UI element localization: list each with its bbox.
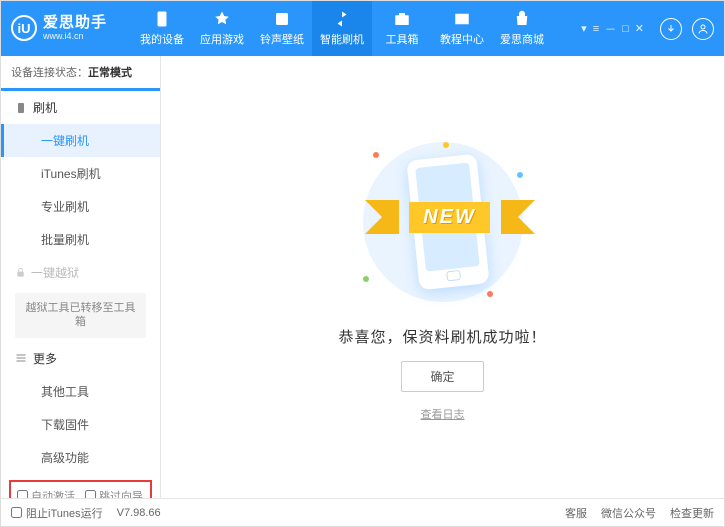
options-box: 自动激活 跳过向导 — [9, 480, 152, 498]
sidebar-item-firmware[interactable]: 下载固件 — [1, 408, 160, 441]
lock-icon — [15, 267, 26, 278]
sidebar-section-flash[interactable]: 刷机 — [1, 91, 160, 124]
success-illustration: NEW — [353, 132, 533, 312]
connection-status: 设备连接状态：正常模式 — [1, 56, 160, 89]
top-nav: 我的设备 应用游戏 铃声壁纸 智能刷机 工具箱 教程中心 爱思商城 — [132, 1, 581, 56]
menu-icon[interactable]: ▾ — [581, 22, 587, 35]
sidebar-item-itunes[interactable]: iTunes刷机 — [1, 157, 160, 190]
nav-ringtones[interactable]: 铃声壁纸 — [252, 1, 312, 56]
footer-support[interactable]: 客服 — [565, 505, 587, 521]
nav-flash[interactable]: 智能刷机 — [312, 1, 372, 56]
footer: 阻止iTunes运行 V7.98.66 客服 微信公众号 检查更新 — [1, 498, 724, 526]
window-controls: ▾ ≡ － □ ✕ — [581, 21, 644, 37]
app-header: iU 爱思助手 www.i4.cn 我的设备 应用游戏 铃声壁纸 智能刷机 工具… — [1, 1, 724, 56]
sidebar-item-pro[interactable]: 专业刷机 — [1, 190, 160, 223]
block-itunes-checkbox[interactable]: 阻止iTunes运行 — [11, 505, 103, 521]
nav-tutorials[interactable]: 教程中心 — [432, 1, 492, 56]
logo: iU 爱思助手 www.i4.cn — [11, 15, 107, 41]
nav-my-device[interactable]: 我的设备 — [132, 1, 192, 56]
minimize-icon[interactable]: － — [605, 21, 616, 37]
version-label: V7.98.66 — [117, 507, 161, 519]
brand-name: 爱思助手 — [43, 15, 107, 32]
sidebar-item-oneclick[interactable]: 一键刷机 — [1, 124, 160, 157]
ok-button[interactable]: 确定 — [401, 361, 483, 392]
new-ribbon: NEW — [375, 200, 525, 234]
success-message: 恭喜您，保资料刷机成功啦！ — [338, 326, 546, 347]
sidebar-section-more[interactable]: 更多 — [1, 342, 160, 375]
brand-url: www.i4.cn — [43, 32, 107, 42]
main-content: NEW 恭喜您，保资料刷机成功啦！ 确定 查看日志 — [161, 56, 724, 498]
sidebar-item-advanced[interactable]: 高级功能 — [1, 441, 160, 474]
sidebar: 设备连接状态：正常模式 刷机 一键刷机 iTunes刷机 专业刷机 批量刷机 一… — [1, 56, 161, 498]
user-button[interactable] — [692, 18, 714, 40]
close-icon[interactable]: ✕ — [635, 22, 644, 35]
jailbreak-note: 越狱工具已转移至工具箱 — [15, 293, 146, 338]
nav-apps[interactable]: 应用游戏 — [192, 1, 252, 56]
auto-activate-checkbox[interactable]: 自动激活 — [17, 488, 75, 498]
download-button[interactable] — [660, 18, 682, 40]
skip-guide-checkbox[interactable]: 跳过向导 — [85, 488, 143, 498]
footer-wechat[interactable]: 微信公众号 — [601, 505, 656, 521]
footer-update[interactable]: 检查更新 — [670, 505, 714, 521]
nav-toolbox[interactable]: 工具箱 — [372, 1, 432, 56]
sidebar-section-jailbreak: 一键越狱 — [1, 256, 160, 289]
list-icon[interactable]: ≡ — [593, 23, 599, 35]
maximize-icon[interactable]: □ — [622, 23, 629, 35]
view-log-link[interactable]: 查看日志 — [421, 406, 465, 422]
sidebar-item-othertools[interactable]: 其他工具 — [1, 375, 160, 408]
flash-icon — [15, 102, 27, 114]
more-icon — [15, 352, 27, 364]
sidebar-item-batch[interactable]: 批量刷机 — [1, 223, 160, 256]
nav-store[interactable]: 爱思商城 — [492, 1, 552, 56]
logo-icon: iU — [11, 15, 37, 41]
